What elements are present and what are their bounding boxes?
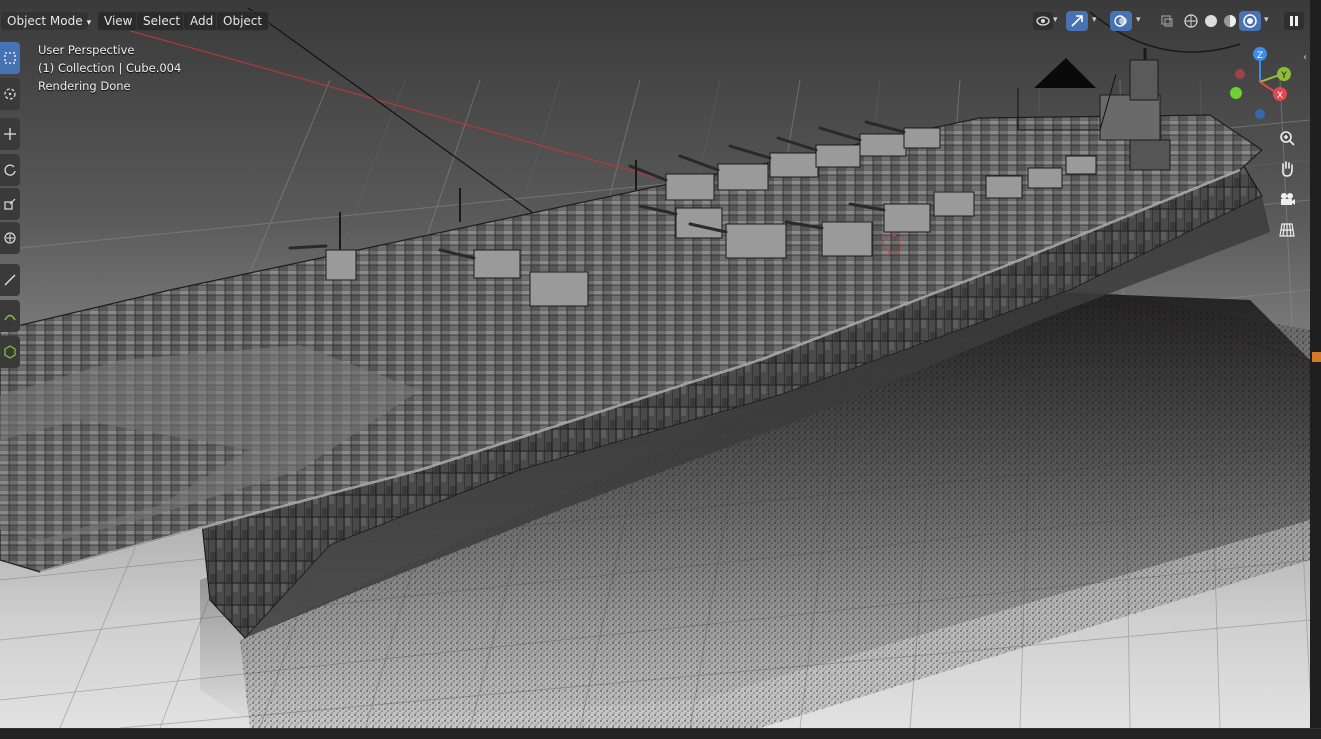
- scale-icon[interactable]: [0, 188, 20, 220]
- grid-ortho-icon[interactable]: [1275, 218, 1299, 242]
- xray-icon[interactable]: [1156, 11, 1178, 31]
- pause-render-icon[interactable]: [1283, 11, 1305, 31]
- mode-label: Object Mode: [7, 14, 83, 28]
- rotate-icon[interactable]: [0, 154, 20, 186]
- gizmo-y-label: Y: [1280, 71, 1287, 81]
- render-status: Rendering Done: [38, 79, 131, 93]
- rendered-shading-icon[interactable]: [1239, 11, 1261, 31]
- transform-icon[interactable]: [0, 222, 20, 254]
- top-tabs-strip: [22, 0, 172, 5]
- cursor-icon[interactable]: [0, 78, 20, 110]
- add-cube-icon[interactable]: [0, 336, 20, 368]
- top-right-strip: [1240, 0, 1300, 5]
- chevron-down-icon: ▾: [86, 18, 92, 28]
- navigation-gizmo[interactable]: Z Y X: [1222, 44, 1302, 122]
- visibility-icon[interactable]: [1032, 11, 1054, 31]
- light-object: [1034, 58, 1096, 88]
- sidebar-strip[interactable]: [1310, 0, 1321, 739]
- annotate-icon[interactable]: [0, 264, 20, 296]
- status-bar: [0, 728, 1321, 739]
- chevron-down-icon[interactable]: ▾: [1092, 14, 1102, 26]
- mode-dropdown[interactable]: Object Mode ▾: [0, 11, 92, 31]
- material-shading-icon[interactable]: [1219, 11, 1241, 31]
- measure-icon[interactable]: [0, 300, 20, 332]
- overlay-icon[interactable]: [1110, 11, 1132, 31]
- menu-object[interactable]: Object: [216, 11, 270, 31]
- select-box-icon[interactable]: [0, 42, 20, 74]
- viewport-header: Object Mode ▾ View Select Add Object ▾ ▾ …: [0, 0, 1310, 63]
- chevron-down-icon[interactable]: ▾: [1136, 14, 1146, 26]
- gizmo-z-label: Z: [1257, 51, 1263, 61]
- menu-select[interactable]: Select: [136, 11, 188, 31]
- zoom-icon[interactable]: [1275, 126, 1299, 150]
- move-icon[interactable]: [0, 118, 20, 150]
- viewport-scene: [0, 7, 1310, 728]
- top-tools-strip: [515, 0, 745, 5]
- 3d-viewport[interactable]: User Perspective (1) Collection | Cube.0…: [0, 0, 1310, 728]
- menu-view[interactable]: View: [97, 11, 140, 31]
- view-name: User Perspective: [38, 43, 135, 57]
- gizmo-icon[interactable]: [1066, 11, 1088, 31]
- sidebar-toggle-icon[interactable]: ‹: [1303, 52, 1307, 63]
- active-collection: (1) Collection | Cube.004: [38, 61, 182, 75]
- menu-add[interactable]: Add: [183, 11, 221, 31]
- wireframe-shading-icon[interactable]: [1180, 11, 1202, 31]
- gizmo-x-label: X: [1277, 91, 1283, 101]
- properties-tab[interactable]: [1312, 352, 1321, 362]
- camera-icon[interactable]: [1275, 187, 1299, 211]
- hand-pan-icon[interactable]: [1275, 157, 1299, 181]
- chevron-down-icon[interactable]: ▾: [1053, 14, 1063, 26]
- chevron-down-icon[interactable]: ▾: [1264, 14, 1274, 26]
